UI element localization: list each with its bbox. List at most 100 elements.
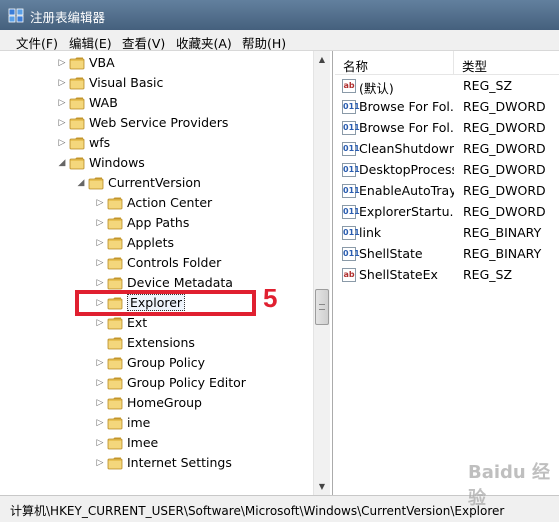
annotation-step-number: 5 (263, 283, 278, 313)
tree-node[interactable]: ▷ wfs (0, 133, 300, 153)
scroll-thumb[interactable] (315, 289, 329, 325)
tree-node[interactable]: ▷ Group Policy Editor (0, 373, 300, 393)
registry-key-tree: ▷ VBA ▷ Visual Basic ▷ WAB ▷ Web Service Provid… (0, 51, 333, 495)
tree-node[interactable]: ▷ VBA (0, 53, 300, 73)
collapsed-arrow-icon[interactable]: ▷ (94, 193, 106, 213)
value-row[interactable]: 011 DesktopProcess REG_DWORD (335, 160, 559, 181)
tree-node[interactable]: ▷ Group Policy (0, 353, 300, 373)
expanded-arrow-icon[interactable]: ◢ (75, 173, 87, 193)
tree-node[interactable]: ◢ CurrentVersion (0, 173, 300, 193)
value-row[interactable]: 011 link REG_BINARY (335, 223, 559, 244)
tree-node[interactable]: ▷ ime (0, 413, 300, 433)
binary-value-icon: 011 (342, 121, 360, 135)
value-row[interactable]: ab ShellStateEx REG_SZ (335, 265, 559, 286)
binary-value-icon: 011 (342, 205, 360, 219)
folder-icon (107, 397, 123, 410)
tree-node-label: Action Center (127, 195, 213, 210)
tree-node[interactable]: ▷ WAB (0, 93, 300, 113)
tree-node[interactable]: ▷ Ext (0, 313, 300, 333)
folder-icon (107, 377, 123, 390)
string-value-icon: ab (342, 268, 356, 282)
menu-file[interactable]: 文件(F) (16, 33, 58, 52)
collapsed-arrow-icon[interactable]: ▷ (94, 313, 106, 333)
value-type: REG_DWORD (463, 141, 546, 156)
tree-node-label: Applets (127, 235, 174, 250)
tree-node[interactable]: ▷ Controls Folder (0, 253, 300, 273)
tree-node-label: Visual Basic (89, 75, 164, 90)
value-row[interactable]: 011 ExplorerStartu... REG_DWORD (335, 202, 559, 223)
binary-value-icon: 011 (342, 100, 360, 114)
title-bar[interactable]: 注册表编辑器 (0, 0, 559, 30)
tree-node-label: ime (127, 415, 151, 430)
menu-edit[interactable]: 编辑(E) (69, 33, 112, 52)
value-name: (默认) (359, 81, 394, 96)
column-header-type[interactable]: 类型 (462, 56, 487, 75)
tree-node[interactable]: ▷ Web Service Providers (0, 113, 300, 133)
tree-node-label: Device Metadata (127, 275, 233, 290)
tree-node-label: Group Policy (127, 355, 205, 370)
value-row[interactable]: 011 CleanShutdown REG_DWORD (335, 139, 559, 160)
value-name: EnableAutoTray (359, 183, 454, 198)
folder-icon (69, 117, 85, 130)
tree-node[interactable]: Extensions (0, 333, 300, 353)
column-header-name[interactable]: 名称 (343, 56, 368, 75)
menu-help[interactable]: 帮助(H) (242, 33, 286, 52)
tree-node[interactable]: ▷ Action Center (0, 193, 300, 213)
collapsed-arrow-icon[interactable]: ▷ (94, 353, 106, 373)
value-name: ExplorerStartu... (359, 204, 454, 219)
value-type: REG_SZ (463, 267, 513, 282)
collapsed-arrow-icon[interactable]: ▷ (56, 93, 68, 113)
collapsed-arrow-icon[interactable]: ▷ (56, 133, 68, 153)
list-header: 名称 类型 (335, 51, 559, 75)
collapsed-arrow-icon[interactable]: ▷ (94, 233, 106, 253)
collapsed-arrow-icon[interactable]: ▷ (94, 373, 106, 393)
value-row[interactable]: 011 ShellState REG_BINARY (335, 244, 559, 265)
collapsed-arrow-icon[interactable]: ▷ (94, 393, 106, 413)
folder-icon (107, 457, 123, 470)
registry-values-list: 名称 类型 ab (默认) REG_SZ 011 Browse For Fol... RE… (335, 51, 559, 495)
collapsed-arrow-icon[interactable]: ▷ (56, 73, 68, 93)
value-row[interactable]: 011 Browse For Fol... REG_DWORD (335, 97, 559, 118)
string-value-icon: ab (342, 79, 356, 93)
value-row[interactable]: ab (默认) REG_SZ (335, 76, 559, 97)
collapsed-arrow-icon[interactable]: ▷ (94, 213, 106, 233)
tree-node-label: App Paths (127, 215, 190, 230)
tree-vertical-scrollbar[interactable]: ▲ ▼ (313, 51, 330, 495)
value-name: DesktopProcess (359, 162, 454, 177)
collapsed-arrow-icon[interactable]: ▷ (56, 113, 68, 133)
annotation-highlight-box (75, 290, 256, 316)
collapsed-arrow-icon[interactable]: ▷ (94, 433, 106, 453)
menu-view[interactable]: 查看(V) (122, 33, 165, 52)
binary-value-icon: 011 (342, 226, 360, 240)
folder-icon (107, 237, 123, 250)
collapsed-arrow-icon[interactable]: ▷ (94, 453, 106, 473)
value-name: Browse For Fol... (359, 120, 454, 135)
binary-value-icon: 011 (342, 142, 360, 156)
collapsed-arrow-icon[interactable]: ▷ (56, 53, 68, 73)
value-name: ShellState (359, 246, 423, 261)
collapsed-arrow-icon[interactable]: ▷ (94, 413, 106, 433)
tree-node[interactable]: ▷ Imee (0, 433, 300, 453)
tree-node[interactable]: ▷ Internet Settings (0, 453, 300, 473)
value-type: REG_DWORD (463, 162, 546, 177)
scroll-down-arrow-icon[interactable]: ▼ (314, 478, 330, 495)
folder-icon (107, 197, 123, 210)
scroll-up-arrow-icon[interactable]: ▲ (314, 51, 330, 68)
binary-value-icon: 011 (342, 163, 360, 177)
tree-node[interactable]: ▷ Applets (0, 233, 300, 253)
collapsed-arrow-icon[interactable]: ▷ (94, 253, 106, 273)
folder-icon (69, 77, 85, 90)
menu-favorites[interactable]: 收藏夹(A) (176, 33, 232, 52)
folder-icon (107, 357, 123, 370)
tree-node[interactable]: ▷ App Paths (0, 213, 300, 233)
folder-icon (88, 177, 104, 190)
tree-node[interactable]: ▷ HomeGroup (0, 393, 300, 413)
expanded-arrow-icon[interactable]: ◢ (56, 153, 68, 173)
value-row[interactable]: 011 Browse For Fol... REG_DWORD (335, 118, 559, 139)
tree-node-label: Web Service Providers (89, 115, 229, 130)
value-row[interactable]: 011 EnableAutoTray REG_DWORD (335, 181, 559, 202)
folder-icon (69, 137, 85, 150)
tree-node[interactable]: ▷ Visual Basic (0, 73, 300, 93)
value-name: CleanShutdown (359, 141, 454, 156)
tree-node[interactable]: ◢ Windows (0, 153, 300, 173)
